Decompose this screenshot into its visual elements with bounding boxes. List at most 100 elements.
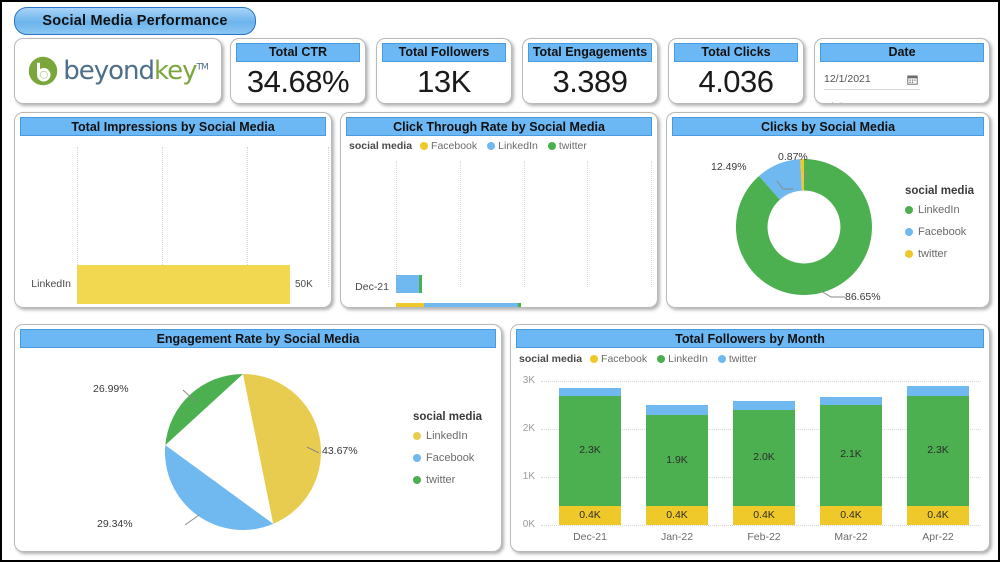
kpi-label-total-followers: Total Followers xyxy=(382,43,506,62)
chart-card-click-through-rate[interactable]: Click Through Rate by Social Media socia… xyxy=(340,112,658,308)
bar-segment-facebook[interactable] xyxy=(396,303,424,307)
column-data-label-linkedin: 2.1K xyxy=(840,448,862,460)
chart-card-engagement-rate[interactable]: Engagement Rate by Social Media 43.67% 2… xyxy=(14,324,502,552)
column-segment-facebook[interactable]: 0.4K xyxy=(820,506,882,525)
column-data-label-facebook: 0.4K xyxy=(666,509,688,521)
bar-segment-linkedin[interactable] xyxy=(424,303,518,307)
bar-linkedin[interactable] xyxy=(77,265,290,304)
legend-label-linkedin: LinkedIn xyxy=(918,204,960,216)
legend-item-facebook[interactable]: Facebook xyxy=(413,452,482,464)
bar-segment-twitter[interactable] xyxy=(419,275,422,293)
date-start-input[interactable]: 12/1/2021 xyxy=(824,69,920,90)
pie-slice-facebook[interactable] xyxy=(164,445,274,530)
pie-slice-linkedin[interactable] xyxy=(243,374,321,524)
gridline xyxy=(396,161,398,287)
legend-item-twitter[interactable]: twitter xyxy=(717,353,757,365)
column-segment-linkedin[interactable]: 2.3K xyxy=(907,396,969,506)
column-segment-twitter[interactable] xyxy=(733,401,795,410)
column-segment-linkedin[interactable]: 2.3K xyxy=(559,396,621,506)
legend-item-linkedin[interactable]: LinkedIn xyxy=(657,353,708,365)
trademark-symbol: TM xyxy=(196,62,209,73)
brand-name-part2: key xyxy=(154,56,198,86)
legend-item-twitter[interactable]: twitter xyxy=(413,474,482,486)
column-segment-twitter[interactable] xyxy=(907,386,969,396)
kpi-value-total-engagements: 3.389 xyxy=(552,64,628,99)
bar-category-label: LinkedIn xyxy=(31,278,71,290)
legend-dot-twitter xyxy=(547,142,556,150)
chart-card-total-impressions[interactable]: Total Impressions by Social Media Linked… xyxy=(14,112,332,308)
bar-segment-twitter[interactable] xyxy=(518,303,521,307)
donut-value-facebook: 12.49% xyxy=(711,161,747,173)
bar-value-linkedin: 50K xyxy=(295,279,313,290)
legend-title: social media xyxy=(349,140,413,152)
column-segment-linkedin[interactable]: 2.0K xyxy=(733,410,795,506)
legend-item-linkedin[interactable]: LinkedIn xyxy=(413,430,482,442)
chart-title-clicks: Clicks by Social Media xyxy=(672,117,984,136)
dashboard-page: Social Media Performance beyondkeyTM Tot… xyxy=(2,2,998,560)
column-segment-twitter[interactable] xyxy=(559,388,621,396)
legend-label-facebook: Facebook xyxy=(426,452,475,464)
date-end-input[interactable]: 4/1/2022 xyxy=(824,97,920,105)
kpi-card-total-engagements[interactable]: Total Engagements 3.389 xyxy=(522,38,658,104)
chart-card-total-followers-by-month[interactable]: Total Followers by Month social media Fa… xyxy=(510,324,990,552)
pie-chart-engagement-rate[interactable] xyxy=(143,357,343,547)
x-tick-label: Dec-21 xyxy=(573,531,607,543)
beyondkey-logo-icon xyxy=(28,56,58,86)
kpi-card-total-followers[interactable]: Total Followers 13K xyxy=(376,38,512,104)
legend-item-twitter[interactable]: twitter xyxy=(905,248,974,260)
gridline xyxy=(541,525,981,527)
column-segment-facebook[interactable]: 0.4K xyxy=(733,506,795,525)
column-data-label-linkedin: 1.9K xyxy=(666,454,688,466)
legend-title: social media xyxy=(519,353,583,365)
chart-card-clicks[interactable]: Clicks by Social Media 12.49% 0.87% 86.6… xyxy=(666,112,990,308)
legend-item-facebook[interactable]: Facebook xyxy=(590,353,647,365)
date-start-value: 12/1/2021 xyxy=(824,73,871,85)
legend-total-followers: social media Facebook LinkedIn twitter xyxy=(519,353,762,365)
bar-twitter[interactable] xyxy=(77,307,179,308)
date-end-value: 4/1/2022 xyxy=(824,101,865,103)
legend-click-through-rate: social media Facebook LinkedIn twitter xyxy=(349,140,592,152)
y-tick-label: 0K xyxy=(522,519,535,530)
legend-item-facebook[interactable]: Facebook xyxy=(420,140,477,152)
column-data-label-linkedin: 2.3K xyxy=(579,444,601,456)
legend-dot-linkedin xyxy=(413,432,421,440)
legend-label-linkedin: LinkedIn xyxy=(498,140,538,152)
legend-item-twitter[interactable]: twitter xyxy=(547,140,587,152)
y-tick-label: 3K xyxy=(522,375,535,386)
column-segment-linkedin[interactable]: 2.1K xyxy=(820,405,882,506)
column-segment-twitter[interactable] xyxy=(820,397,882,405)
column-segment-facebook[interactable]: 0.4K xyxy=(646,506,708,525)
pie-value-facebook: 29.34% xyxy=(97,518,133,530)
date-slicer-card[interactable]: Date 12/1/2021 4/1/2022 xyxy=(814,38,990,104)
chart-title-click-through-rate: Click Through Rate by Social Media xyxy=(346,117,652,136)
date-slicer-label: Date xyxy=(820,43,984,62)
gridline xyxy=(541,381,981,383)
legend-dot-facebook xyxy=(413,454,421,462)
legend-item-linkedin[interactable]: LinkedIn xyxy=(487,140,538,152)
column-segment-facebook[interactable]: 0.4K xyxy=(907,506,969,525)
kpi-card-total-clicks[interactable]: Total Clicks 4.036 xyxy=(668,38,804,104)
x-tick-label: Jan-22 xyxy=(660,531,694,543)
legend-item-linkedin[interactable]: LinkedIn xyxy=(905,204,974,216)
x-tick-label: Apr-22 xyxy=(922,531,954,543)
column-data-label-facebook: 0.4K xyxy=(579,509,601,521)
calendar-icon-end[interactable] xyxy=(907,102,918,105)
brand-logo: beyondkeyTM xyxy=(28,56,209,86)
gridline xyxy=(460,161,462,287)
column-data-label-linkedin: 2.0K xyxy=(753,451,775,463)
leader-line-facebook xyxy=(184,514,200,526)
legend-dot-facebook xyxy=(420,142,429,150)
calendar-icon[interactable] xyxy=(907,74,918,85)
kpi-label-total-clicks: Total Clicks xyxy=(674,43,798,62)
kpi-value-total-clicks: 4.036 xyxy=(698,64,774,99)
y-tick-label: 1K xyxy=(522,471,535,482)
gridline xyxy=(587,161,589,287)
column-segment-linkedin[interactable]: 1.9K xyxy=(646,415,708,506)
legend-item-facebook[interactable]: Facebook xyxy=(905,226,974,238)
brand-logo-card: beyondkeyTM xyxy=(14,38,222,104)
column-segment-twitter[interactable] xyxy=(646,405,708,415)
kpi-card-total-ctr[interactable]: Total CTR 34.68% xyxy=(230,38,366,104)
bar-segment-linkedin[interactable] xyxy=(396,275,419,293)
column-segment-facebook[interactable]: 0.4K xyxy=(559,506,621,525)
pie-slice-twitter[interactable] xyxy=(165,374,243,446)
